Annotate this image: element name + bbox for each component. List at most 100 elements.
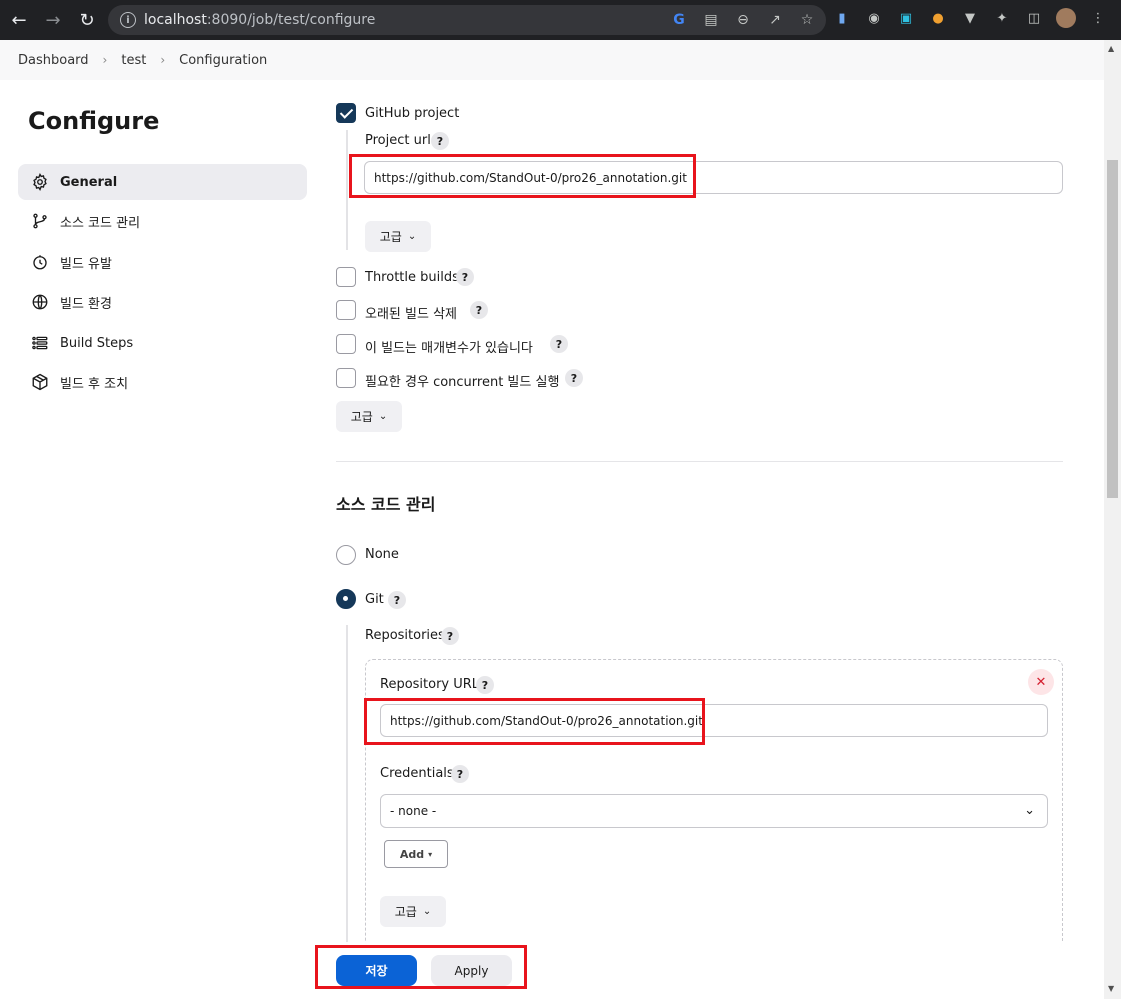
scroll-up-icon[interactable]: ▲	[1108, 44, 1114, 53]
page-scrollbar[interactable]: ▲ ▼	[1104, 40, 1121, 999]
timer-icon	[30, 252, 50, 272]
sidebar-item-label: 빌드 환경	[60, 296, 112, 312]
back-icon[interactable]: ←	[4, 5, 34, 35]
advanced-label: 고급	[379, 230, 402, 244]
extension-camera-icon[interactable]: ◉	[864, 8, 884, 28]
discard-old-builds-label: 오래된 빌드 삭제	[365, 307, 457, 322]
scm-none-radio[interactable]	[336, 545, 356, 565]
sidebar-item-label: 소스 코드 관리	[60, 215, 141, 231]
extension-color-icon[interactable]: ▣	[896, 8, 916, 28]
chevron-right-icon: ›	[160, 53, 166, 67]
github-project-label: GitHub project	[365, 106, 460, 121]
help-icon[interactable]: ?	[451, 765, 469, 783]
extensions-puzzle-icon[interactable]: ✦	[992, 8, 1012, 28]
page-title: Configure	[28, 107, 160, 135]
extension-person-icon[interactable]: ●	[928, 8, 948, 28]
help-icon[interactable]: ?	[388, 591, 406, 609]
repositories-label: Repositories	[365, 628, 445, 643]
sidebar-item-build-steps[interactable]: Build Steps	[18, 325, 307, 361]
chevron-right-icon: ›	[102, 53, 108, 67]
discard-old-builds-checkbox[interactable]	[336, 300, 356, 320]
project-url-label: Project url	[365, 133, 431, 148]
gear-icon	[30, 172, 50, 192]
globe-icon	[30, 292, 50, 312]
throttle-builds-label: Throttle builds	[365, 270, 459, 285]
advanced-button-general[interactable]: 고급 ⌄	[336, 401, 402, 432]
chevron-down-icon: ⌄	[422, 906, 432, 917]
help-icon[interactable]: ?	[565, 369, 583, 387]
help-icon[interactable]: ?	[550, 335, 568, 353]
concurrent-builds-label: 필요한 경우 concurrent 빌드 실행	[365, 375, 560, 390]
add-label: Add	[399, 847, 425, 861]
breadcrumb: Dashboard › test › Configuration	[0, 40, 1104, 80]
highlight-box-repository-url	[364, 698, 705, 745]
help-icon[interactable]: ?	[476, 676, 494, 694]
profile-avatar[interactable]	[1056, 8, 1076, 28]
side-panel-icon[interactable]: ◫	[1024, 8, 1044, 28]
package-icon	[30, 372, 50, 392]
sidebar-item-label: General	[60, 174, 118, 190]
sidebar-item-general[interactable]: General	[18, 164, 307, 200]
credentials-label: Credentials	[380, 766, 454, 781]
browser-menu-icon[interactable]: ⋮	[1088, 8, 1108, 28]
sidebar-item-build-triggers[interactable]: 빌드 유발	[18, 244, 307, 280]
chevron-down-icon: ⌄	[407, 231, 417, 242]
extension-vue-icon[interactable]: ▼	[960, 8, 980, 28]
credentials-select[interactable]: - none - ⌄	[380, 794, 1048, 828]
scm-git-label: Git	[365, 592, 384, 607]
credentials-selected-value: - none -	[390, 804, 437, 818]
scm-none-label: None	[365, 547, 399, 562]
caret-down-icon: ▾	[428, 849, 433, 859]
url-host: localhost	[144, 12, 207, 28]
advanced-label: 고급	[350, 410, 373, 424]
translate-icon[interactable]: ▤	[702, 11, 720, 29]
advanced-button-github[interactable]: 고급 ⌄	[365, 221, 431, 252]
breadcrumb-configuration[interactable]: Configuration	[179, 53, 267, 68]
zoom-icon[interactable]: ⊖	[734, 11, 752, 29]
bookmark-star-icon[interactable]: ☆	[798, 11, 816, 29]
nested-indent-line	[346, 625, 348, 945]
reload-icon[interactable]: ↻	[72, 5, 102, 35]
highlight-box-project-url	[349, 154, 696, 198]
url-path: :8090/job/test/configure	[206, 12, 376, 28]
nested-indent-line	[346, 130, 348, 250]
sidebar-item-label: 빌드 유발	[60, 256, 112, 272]
list-icon	[30, 333, 50, 353]
sidebar-item-label: Build Steps	[60, 335, 134, 351]
advanced-label: 고급	[394, 905, 417, 919]
help-icon[interactable]: ?	[441, 627, 459, 645]
form-footer-bar	[0, 942, 1104, 999]
scroll-down-icon[interactable]: ▼	[1108, 984, 1114, 993]
chevron-down-icon: ⌄	[1024, 803, 1035, 818]
concurrent-builds-checkbox[interactable]	[336, 368, 356, 388]
site-info-icon[interactable]: i	[120, 12, 136, 28]
parameterized-checkbox[interactable]	[336, 334, 356, 354]
sidebar-item-post-build[interactable]: 빌드 후 조치	[18, 364, 307, 400]
chevron-down-icon: ⌄	[378, 411, 388, 422]
help-icon[interactable]: ?	[456, 268, 474, 286]
sidebar-item-label: 빌드 후 조치	[60, 376, 129, 392]
parameterized-label: 이 빌드는 매개변수가 있습니다	[365, 341, 533, 356]
address-bar[interactable]: i localhost :8090/job/test/configure G ▤…	[108, 5, 826, 35]
scroll-thumb[interactable]	[1107, 160, 1118, 498]
scm-git-radio[interactable]	[336, 589, 356, 609]
repository-url-label: Repository URL	[380, 677, 480, 692]
highlight-box-footer-buttons	[315, 945, 527, 989]
breadcrumb-test[interactable]: test	[121, 53, 146, 68]
add-credentials-button[interactable]: Add ▾	[384, 840, 448, 868]
sidebar-item-build-environment[interactable]: 빌드 환경	[18, 284, 307, 320]
help-icon[interactable]: ?	[431, 132, 449, 150]
github-project-checkbox[interactable]	[336, 103, 356, 123]
branch-icon	[30, 211, 50, 231]
extension-docs-icon[interactable]: ▮	[832, 8, 852, 28]
advanced-button-repository[interactable]: 고급 ⌄	[380, 896, 446, 927]
google-icon[interactable]: G	[670, 11, 688, 29]
delete-repository-icon[interactable]: ✕	[1028, 669, 1054, 695]
sidebar-item-scm[interactable]: 소스 코드 관리	[18, 203, 307, 239]
help-icon[interactable]: ?	[470, 301, 488, 319]
scm-section-title: 소스 코드 관리	[336, 495, 436, 514]
forward-icon[interactable]: →	[38, 5, 68, 35]
share-icon[interactable]: ↗	[766, 11, 784, 29]
throttle-builds-checkbox[interactable]	[336, 267, 356, 287]
breadcrumb-dashboard[interactable]: Dashboard	[18, 53, 89, 68]
